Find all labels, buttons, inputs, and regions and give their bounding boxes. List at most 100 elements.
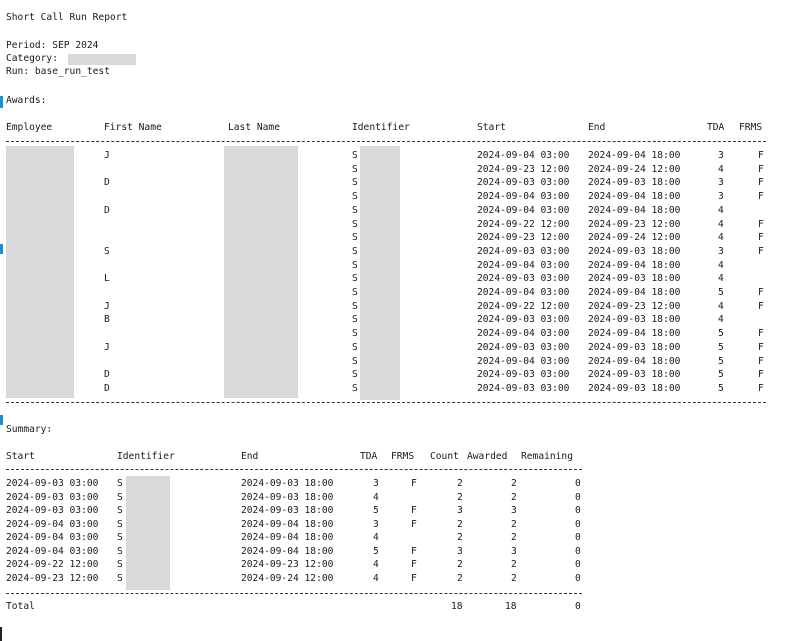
cell-count: 3: [457, 545, 463, 557]
cell-remaining: 0: [575, 518, 581, 530]
cell-end: 2024-09-03 18:00: [588, 314, 681, 326]
cell-start: 2024-09-04 03:00: [477, 150, 570, 161]
cell-identifier: S: [352, 191, 358, 203]
summary-header-divider: [6, 469, 582, 470]
cell-identifier: S: [352, 355, 358, 367]
report-title: Short Call Run Report: [6, 12, 128, 23]
cell-identifier: S: [352, 232, 358, 244]
awards-table-row: D S 2024-09-04 03:00 2024-09-04 18:00 4: [0, 205, 800, 216]
cell-identifier: S: [117, 545, 123, 557]
awards-footer-divider: [6, 402, 766, 403]
awards-table-row: S 2024-09-04 03:00 2024-09-04 18:00 5 F: [0, 287, 800, 298]
cell-start: 2024-09-03 03:00: [477, 177, 570, 189]
cell-remaining: 0: [575, 491, 581, 503]
cell-remaining: 0: [575, 545, 581, 557]
cell-start: 2024-09-22 12:00: [477, 300, 570, 312]
cell-end: 2024-09-24 12:00: [241, 572, 334, 584]
cell-end: 2024-09-04 18:00: [241, 532, 334, 543]
cell-tda: 4: [718, 204, 724, 216]
cell-end: 2024-09-03 18:00: [588, 369, 681, 381]
cell-start: 2024-09-04 03:00: [477, 191, 570, 203]
cell-identifier: S: [117, 491, 123, 503]
cell-start: 2024-09-04 03:00: [477, 204, 570, 216]
cell-tda: 4: [373, 532, 379, 543]
text-cursor: [0, 627, 2, 641]
cell-start: 2024-09-03 03:00: [477, 273, 570, 285]
cell-tda: 4: [718, 218, 724, 230]
cell-identifier: S: [117, 559, 123, 570]
cell-identifier: S: [352, 382, 358, 394]
awards-table-row: S 2024-09-04 03:00 2024-09-04 18:00 4: [0, 260, 800, 271]
cell-identifier: S: [352, 287, 358, 298]
awards-table-row: J S 2024-09-22 12:00 2024-09-23 12:00 4 F: [0, 301, 800, 312]
cell-awarded: 3: [511, 505, 517, 516]
cell-frms: F: [758, 218, 764, 230]
cell-identifier: S: [117, 518, 123, 530]
cell-start: 2024-09-04 03:00: [6, 545, 99, 557]
cell-tda: 5: [718, 369, 724, 381]
cell-tda: 3: [718, 177, 724, 189]
summary-table-row: 2024-09-03 03:00 S 2024-09-03 18:00 3 F 2 2 0: [0, 478, 800, 489]
cell-start: 2024-09-03 03:00: [477, 382, 570, 394]
window-edge-accent: [0, 415, 3, 425]
cell-tda: 4: [373, 572, 379, 584]
cell-start: 2024-09-03 03:00: [6, 505, 99, 516]
cell-frms: F: [411, 559, 417, 570]
cell-frms: F: [758, 150, 764, 161]
cell-end: 2024-09-24 12:00: [588, 232, 681, 244]
cell-remaining: 0: [575, 532, 581, 543]
run-label: Run:: [6, 66, 30, 77]
cell-tda: 4: [718, 314, 724, 326]
cell-tda: 5: [373, 545, 379, 557]
cell-tda: 5: [718, 382, 724, 394]
cell-end: 2024-09-24 12:00: [588, 163, 681, 175]
cell-end: 2024-09-04 18:00: [588, 204, 681, 216]
cell-end: 2024-09-04 18:00: [588, 355, 681, 367]
window-edge-accent: [0, 96, 3, 108]
total-count: 18: [451, 601, 463, 612]
cell-tda: 4: [373, 559, 379, 570]
run-value: base_run_test: [34, 66, 110, 77]
awards-table-row: S 2024-09-04 03:00 2024-09-04 18:00 5 F: [0, 328, 800, 339]
cell-tda: 5: [718, 341, 724, 353]
cell-start: 2024-09-04 03:00: [477, 328, 570, 340]
cell-tda: 3: [718, 245, 724, 257]
awards-table-row: S S 2024-09-03 03:00 2024-09-03 18:00 3 F: [0, 246, 800, 257]
category-line: Category:: [6, 53, 58, 64]
awards-table-row: J S 2024-09-03 03:00 2024-09-03 18:00 5 F: [0, 342, 800, 353]
cell-count: 2: [457, 478, 463, 489]
cell-frms: F: [411, 505, 417, 516]
cell-start: 2024-09-03 03:00: [477, 369, 570, 381]
cell-frms: F: [411, 572, 417, 584]
cell-awarded: 3: [511, 545, 517, 557]
cell-tda: 4: [718, 232, 724, 244]
cell-start: 2024-09-04 03:00: [6, 518, 99, 530]
cell-end: 2024-09-04 18:00: [241, 545, 334, 557]
cell-count: 2: [457, 491, 463, 503]
cell-end: 2024-09-03 18:00: [588, 177, 681, 189]
cell-end: 2024-09-03 18:00: [588, 245, 681, 257]
cell-end: 2024-09-03 18:00: [241, 491, 334, 503]
category-label: Category:: [6, 53, 58, 64]
cell-tda: 5: [718, 328, 724, 340]
cell-count: 2: [457, 559, 463, 570]
cell-frms: F: [758, 232, 764, 244]
cell-end: 2024-09-04 18:00: [588, 259, 681, 271]
cell-first-name: D: [104, 204, 110, 216]
cell-end: 2024-09-03 18:00: [588, 273, 681, 285]
cell-count: 2: [457, 572, 463, 584]
cell-tda: 3: [718, 150, 724, 161]
cell-first-name: B: [104, 314, 110, 326]
cell-tda: 4: [373, 491, 379, 503]
cell-awarded: 2: [511, 532, 517, 543]
cell-remaining: 0: [575, 572, 581, 584]
period-line: Period: SEP 2024: [6, 40, 98, 51]
awards-table-row: D S 2024-09-03 03:00 2024-09-03 18:00 5 F: [0, 369, 800, 380]
run-line: Run: base_run_test: [6, 66, 110, 77]
awards-heading: Awards:: [6, 95, 47, 106]
cell-first-name: D: [104, 369, 110, 381]
cell-first-name: S: [104, 245, 110, 257]
cell-start: 2024-09-03 03:00: [477, 245, 570, 257]
awards-table-row: J S 2024-09-04 03:00 2024-09-04 18:00 3 F: [0, 150, 800, 161]
awards-header-divider: [6, 141, 766, 142]
